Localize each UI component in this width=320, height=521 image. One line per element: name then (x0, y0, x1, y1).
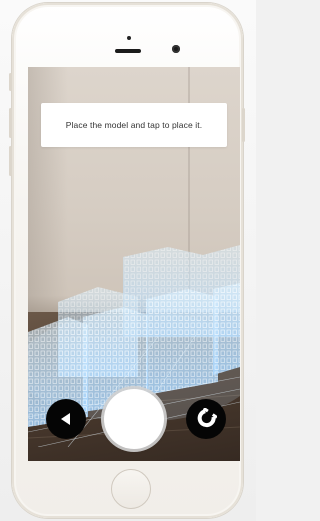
volume-down-button (9, 146, 12, 176)
volume-up-button (9, 108, 12, 138)
earpiece-speaker (115, 49, 141, 53)
capture-button[interactable] (104, 389, 164, 449)
ar-camera-view[interactable]: Place the model and tap to place it. (28, 67, 240, 461)
home-button[interactable] (111, 469, 151, 509)
placement-instruction-card: Place the model and tap to place it. (41, 103, 227, 147)
snap-magnet-button[interactable] (186, 399, 226, 439)
front-camera (172, 45, 180, 53)
device-frame-scene: Place the model and tap to place it. (0, 0, 256, 521)
power-button (242, 108, 245, 142)
magnet-icon (197, 408, 217, 428)
silent-switch (9, 73, 12, 91)
placement-instruction-text: Place the model and tap to place it. (65, 120, 203, 130)
triangle-left-icon (61, 413, 70, 425)
front-sensor (127, 36, 131, 40)
back-button[interactable] (46, 399, 86, 439)
